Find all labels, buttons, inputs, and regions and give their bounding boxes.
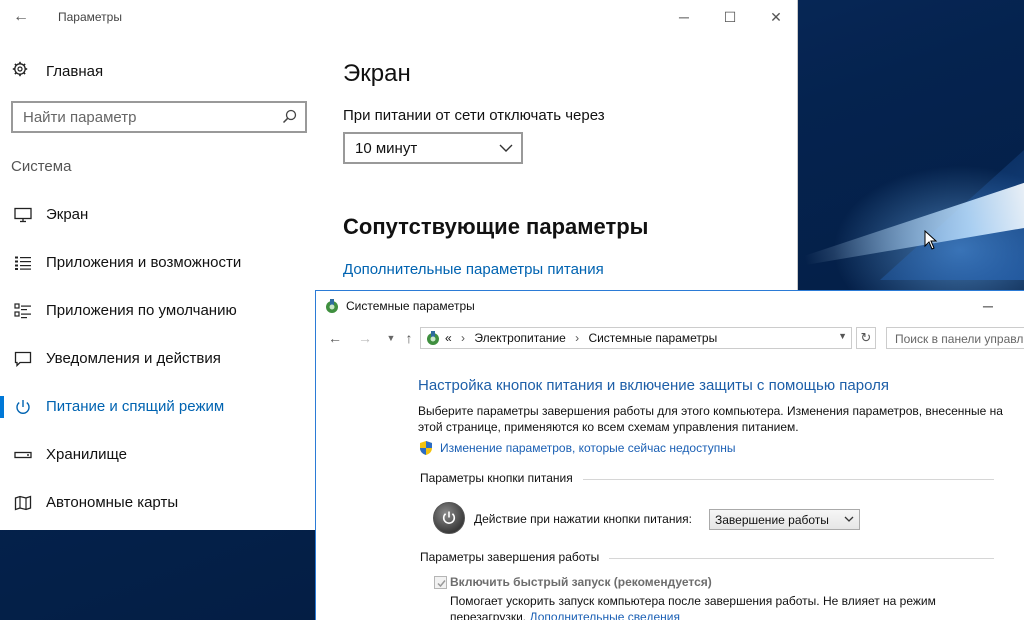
map-icon	[14, 495, 32, 511]
fast-startup-label: Включить быстрый запуск (рекомендуется)	[450, 575, 712, 589]
breadcrumb-item[interactable]: Электропитание	[474, 331, 565, 345]
additional-power-settings-link[interactable]: Дополнительные параметры питания	[343, 261, 604, 278]
settings-search-input[interactable]	[23, 108, 273, 126]
chevron-down-icon	[499, 144, 513, 152]
maximize-button[interactable]: ☐	[716, 6, 744, 28]
breadcrumb-overflow[interactable]: «	[445, 331, 452, 345]
monitor-icon	[14, 207, 32, 223]
group-label: Параметры кнопки питания	[420, 471, 583, 485]
default-apps-icon	[14, 303, 31, 319]
breadcrumb-separator: ›	[575, 331, 580, 345]
recent-locations-chevron-icon[interactable]: ▼	[382, 329, 400, 347]
list-icon	[15, 256, 31, 270]
screen-timeout-value: 10 минут	[355, 140, 418, 157]
storage-icon	[14, 451, 32, 459]
gear-icon	[12, 61, 34, 81]
nav-item-label: Хранилище	[46, 446, 127, 463]
related-settings-heading: Сопутствующие параметры	[343, 214, 649, 239]
up-arrow-icon[interactable]: ↑	[400, 329, 418, 347]
address-bar[interactable]: « › Электропитание › Системные параметры…	[420, 327, 852, 349]
group-label: Параметры завершения работы	[420, 550, 610, 564]
page-description: Выберите параметры завершения работы для…	[418, 404, 1003, 434]
breadcrumb: « › Электропитание › Системные параметры	[445, 331, 717, 345]
nav-item-label: Питание и спящий режим	[46, 398, 225, 415]
shutdown-settings-group: Параметры завершения работы	[420, 550, 994, 566]
power-icon	[16, 400, 30, 414]
checkmark-icon	[437, 580, 446, 588]
breadcrumb-separator: ›	[461, 331, 466, 345]
minimize-button[interactable]: ─	[670, 6, 698, 28]
nav-item-label: Приложения по умолчанию	[46, 302, 237, 319]
back-arrow-icon[interactable]: ←	[326, 329, 344, 347]
address-navbar: ← → ▼ ↑ « › Электропитание › Системные п…	[316, 325, 1024, 351]
close-button[interactable]: ✕	[762, 6, 790, 28]
more-info-link[interactable]: Дополнительные сведения	[529, 610, 679, 620]
power-options-icon	[326, 299, 338, 313]
page-title: Экран	[343, 60, 411, 87]
nav-item-label: Уведомления и действия	[46, 350, 221, 367]
fast-startup-description-text: Помогает ускорить запуск компьютера посл…	[450, 594, 936, 620]
address-dropdown-icon[interactable]: ▼	[838, 331, 847, 341]
power-button-action-value: Завершение работы	[715, 513, 829, 527]
home-nav-item[interactable]: Главная	[12, 61, 103, 81]
power-button-icon	[433, 502, 465, 534]
fast-startup-checkbox[interactable]	[434, 576, 447, 589]
search-icon[interactable]	[281, 108, 299, 126]
nav-item-storage[interactable]: Хранилище	[0, 438, 310, 472]
uac-shield-icon	[420, 441, 432, 455]
screen-off-label: При питании от сети отключать через	[343, 107, 605, 124]
screen-timeout-dropdown[interactable]: 10 минут	[343, 132, 523, 164]
chevron-down-icon	[844, 516, 854, 522]
control-panel-titlebar: Системные параметры ─	[316, 291, 1024, 321]
nav-item-display[interactable]: Экран	[0, 198, 310, 232]
settings-window-title: Параметры	[58, 10, 122, 24]
back-arrow-icon[interactable]: ←	[12, 8, 30, 26]
control-panel-search-box[interactable]	[886, 327, 1024, 349]
nav-item-label: Автономные карты	[46, 494, 179, 511]
active-indicator	[0, 396, 4, 418]
control-panel-window: Системные параметры ─ ← → ▼ ↑ « › Электр…	[315, 290, 1024, 620]
power-button-action-label: Действие при нажатии кнопки питания:	[474, 512, 693, 526]
nav-item-offline-maps[interactable]: Автономные карты	[0, 486, 310, 520]
notification-icon	[14, 351, 32, 367]
minimize-button[interactable]: ─	[978, 297, 998, 315]
power-button-group: Параметры кнопки питания	[420, 471, 994, 487]
nav-item-notifications[interactable]: Уведомления и действия	[0, 342, 310, 376]
nav-item-power-sleep[interactable]: Питание и спящий режим	[0, 390, 310, 424]
change-unavailable-settings-link[interactable]: Изменение параметров, которые сейчас нед…	[440, 441, 736, 455]
settings-search-box[interactable]	[11, 101, 307, 133]
power-button-action-select[interactable]: Завершение работы	[709, 509, 860, 530]
fast-startup-description: Помогает ускорить запуск компьютера посл…	[450, 593, 950, 620]
settings-titlebar: ← Параметры ─ ☐ ✕	[0, 0, 798, 34]
power-options-icon	[427, 331, 439, 345]
breadcrumb-item[interactable]: Системные параметры	[588, 331, 717, 345]
section-label-system: Система	[11, 158, 72, 175]
control-panel-title: Системные параметры	[346, 299, 475, 313]
home-label: Главная	[46, 62, 104, 80]
forward-arrow-icon[interactable]: →	[356, 329, 374, 347]
mouse-cursor-icon	[924, 230, 938, 250]
page-heading: Настройка кнопок питания и включение защ…	[418, 377, 889, 394]
nav-item-apps-features[interactable]: Приложения и возможности	[0, 246, 310, 280]
nav-item-label: Приложения и возможности	[46, 254, 242, 271]
control-panel-search-input[interactable]	[895, 331, 1024, 347]
refresh-icon[interactable]: ↻	[856, 327, 876, 349]
nav-item-label: Экран	[46, 206, 89, 223]
nav-item-default-apps[interactable]: Приложения по умолчанию	[0, 294, 310, 328]
